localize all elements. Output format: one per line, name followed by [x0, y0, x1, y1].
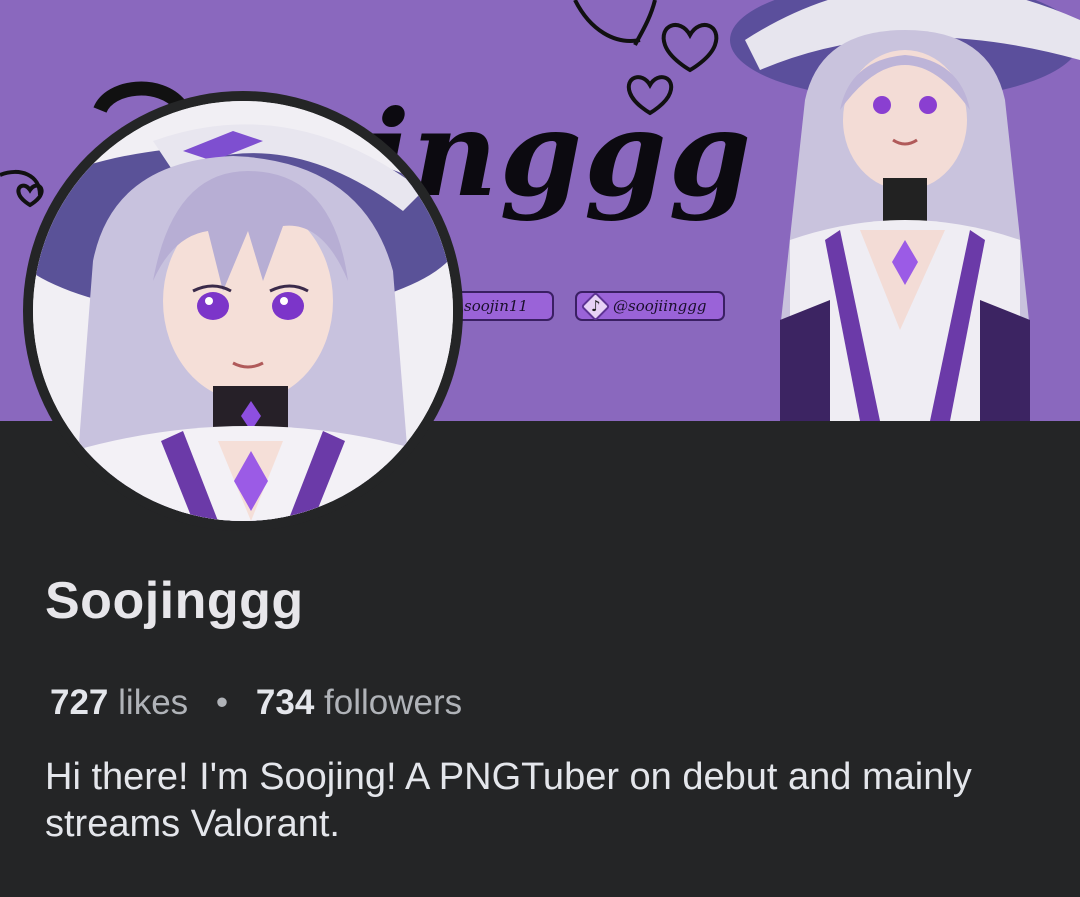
- likes-label[interactable]: likes: [118, 683, 188, 722]
- avatar-image: [33, 101, 453, 521]
- social-link-label: @soojiinggg: [613, 297, 707, 315]
- profile-avatar[interactable]: [23, 91, 463, 531]
- followers-label[interactable]: followers: [324, 683, 462, 722]
- profile-bio: Hi there! I'm Soojing! A PNGTuber on deb…: [45, 756, 972, 845]
- followers-count: 734: [255, 683, 315, 722]
- tiktok-icon: ♪: [591, 297, 601, 315]
- cover-character: [730, 0, 1080, 421]
- social-link-tiktok[interactable]: ♪ @soojiinggg: [575, 291, 725, 322]
- profile-page: inggg soojin11 ♪ @soojiinggg Soojinggg 7…: [0, 0, 1080, 897]
- profile-stats: 727 likes • 734 followers: [50, 683, 462, 723]
- social-link-label: soojin11: [464, 297, 528, 315]
- stats-separator: •: [215, 683, 229, 722]
- likes-count: 727: [50, 683, 109, 722]
- avatar-artwork: [33, 101, 453, 521]
- social-link-twitch[interactable]: soojin11: [452, 291, 554, 321]
- profile-name: Soojinggg: [45, 572, 304, 630]
